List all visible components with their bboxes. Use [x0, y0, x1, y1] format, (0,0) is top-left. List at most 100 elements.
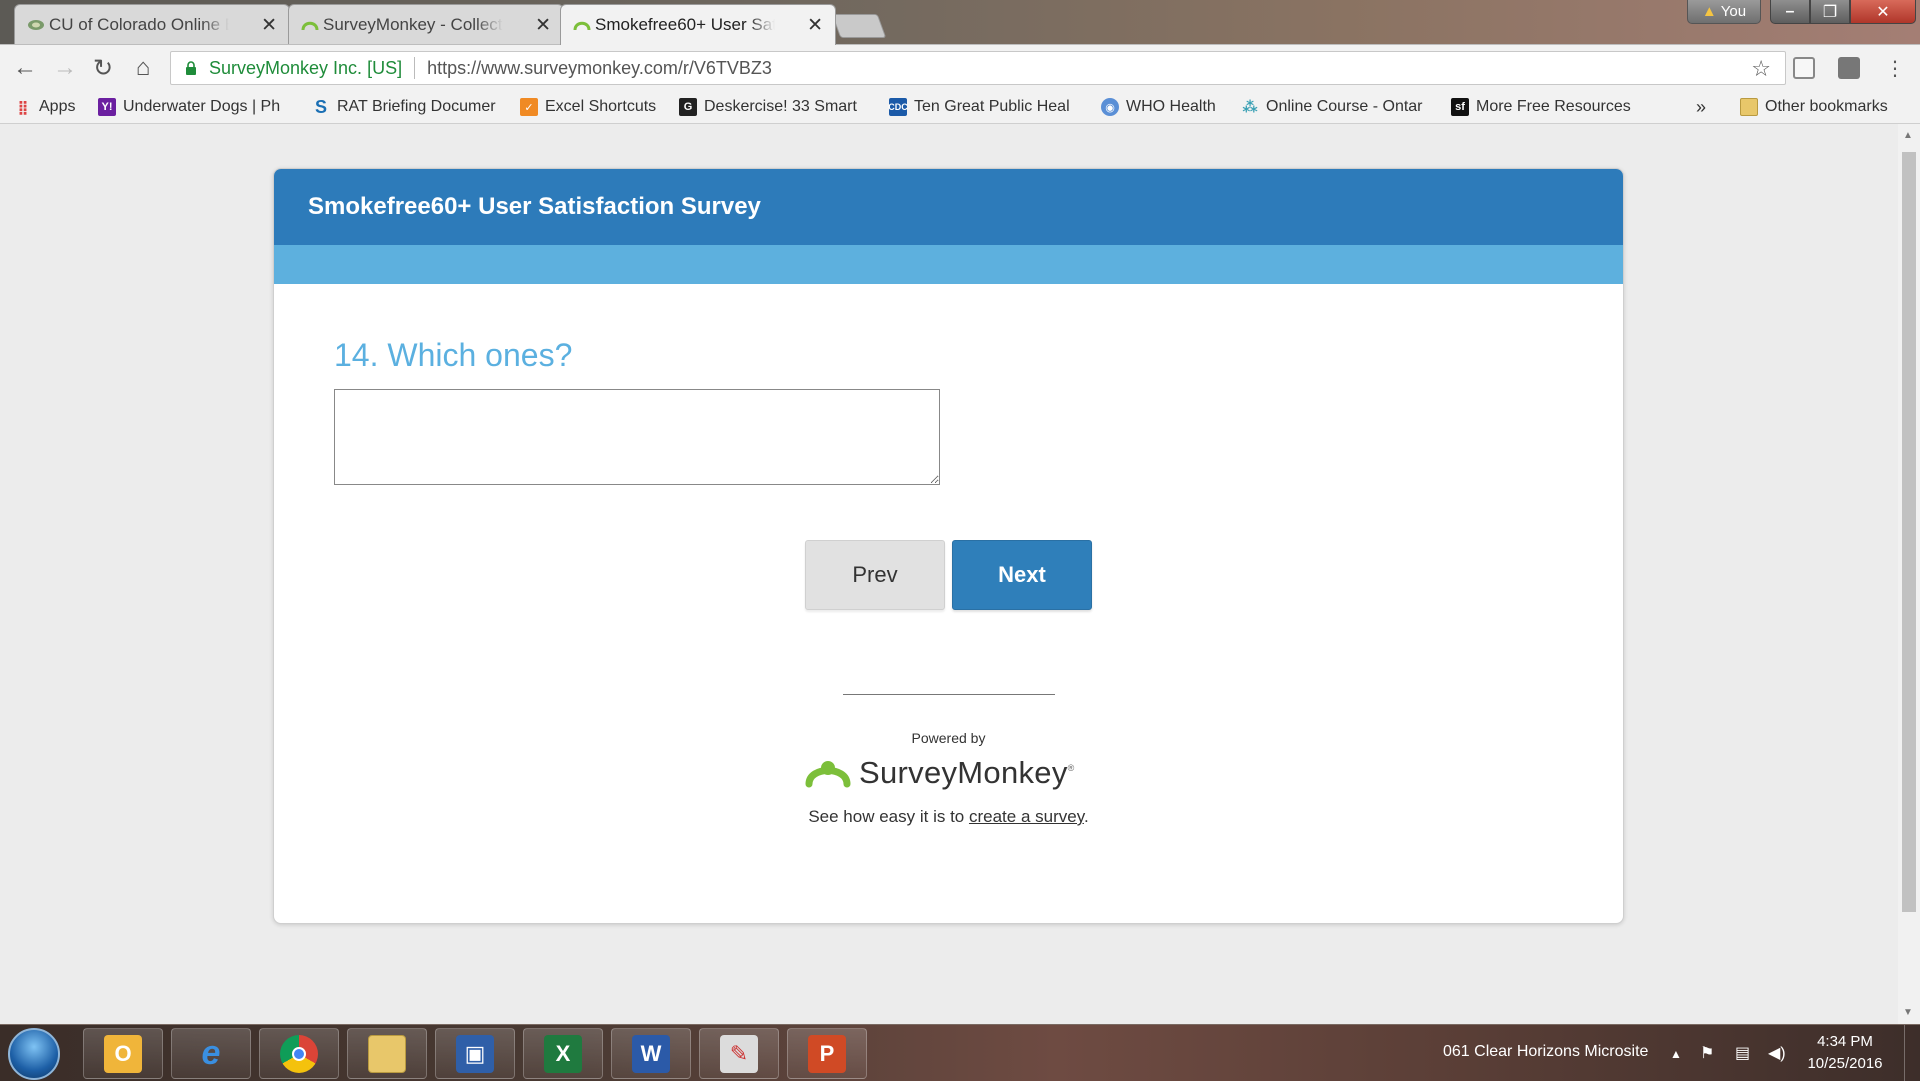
bookmark-more-free-resources[interactable]: sf More Free Resources [1451, 95, 1631, 119]
taskbar-outlook[interactable]: O [83, 1028, 163, 1079]
system-clock[interactable]: 4:34 PM 10/25/2016 [1800, 1031, 1890, 1075]
tab-close-icon[interactable]: ✕ [261, 14, 277, 37]
ev-certificate-label: SurveyMonkey Inc. [US] [209, 57, 403, 78]
restore-button[interactable]: ❐ [1810, 0, 1850, 24]
tab-close-icon[interactable]: ✕ [535, 14, 551, 37]
tab-cu-colorado[interactable]: CU of Colorado Online B ✕ [14, 4, 290, 44]
browser-title-bar: CU of Colorado Online B ✕ SurveyMonkey -… [0, 0, 1920, 45]
home-icon[interactable]: ⌂ [128, 53, 158, 83]
file-explorer-icon [368, 1034, 406, 1073]
address-bar[interactable]: SurveyMonkey Inc. [US] https://www.surve… [170, 51, 1786, 85]
cu-colorado-favicon-icon [28, 20, 44, 30]
bookmark-public-health[interactable]: CDC Ten Great Public Heal [888, 95, 1070, 119]
clock-time: 4:34 PM [1817, 1033, 1873, 1050]
folder-icon [1740, 98, 1758, 116]
excel-icon: X [544, 1034, 582, 1073]
scroll-up-arrow-icon[interactable]: ▲ [1903, 130, 1913, 141]
taskbar-word[interactable]: W [611, 1028, 691, 1079]
new-tab-button[interactable] [831, 14, 887, 38]
action-center-flag-icon[interactable]: ⚑ [1700, 1043, 1714, 1063]
overflow-label: » [1696, 96, 1707, 117]
close-window-button[interactable]: ✕ [1850, 0, 1916, 24]
tab-smokefree-survey[interactable]: Smokefree60+ User Satis ✕ [560, 4, 836, 45]
bookmark-label: Apps [39, 98, 76, 115]
bookmark-label: Other bookmarks [1765, 98, 1888, 115]
start-button-windows-icon[interactable] [8, 1028, 60, 1080]
forward-arrow-icon[interactable]: → [50, 53, 80, 83]
answer-textarea[interactable] [334, 389, 940, 485]
taskbar-paint[interactable]: ✎ [699, 1028, 779, 1079]
prev-button[interactable]: Prev [805, 540, 945, 610]
tagline-prefix: See how easy it is to [808, 807, 969, 826]
tagline: See how easy it is to create a survey. [274, 807, 1623, 827]
scribd-icon: S [314, 96, 327, 117]
brand-name: SurveyMonkey [859, 755, 1068, 790]
lock-icon [186, 61, 196, 75]
chrome-icon [280, 1034, 318, 1073]
warning-icon: ▲ [1701, 3, 1717, 20]
surveymonkey-favicon-icon [573, 21, 591, 31]
extension-square-icon[interactable] [1838, 57, 1860, 79]
footer-divider [843, 694, 1055, 695]
taskbar-excel[interactable]: X [523, 1028, 603, 1079]
bookmark-underwater-dogs[interactable]: Y! Underwater Dogs | Ph [98, 95, 280, 119]
bookmark-label: WHO Health [1126, 98, 1216, 115]
survey-header: Smokefree60+ User Satisfaction Survey [274, 169, 1623, 245]
network-icon[interactable]: ▤ [1735, 1043, 1750, 1063]
taskbar-chrome[interactable] [259, 1028, 339, 1079]
paint-icon: ✎ [720, 1034, 758, 1073]
word-icon: W [632, 1034, 670, 1073]
create-survey-link[interactable]: create a survey [969, 807, 1084, 826]
taskbar-file-explorer[interactable] [347, 1028, 427, 1079]
scroll-down-arrow-icon[interactable]: ▼ [1903, 1007, 1913, 1018]
bookmark-label: Online Course - Ontar [1266, 98, 1423, 115]
surveymonkey-logo-icon [805, 761, 851, 788]
bookmark-label: Deskercise! 33 Smart [704, 98, 857, 115]
bookmark-star-icon[interactable]: ☆ [1751, 56, 1771, 82]
reload-icon[interactable]: ↻ [88, 53, 118, 83]
bookmark-label: Excel Shortcuts [545, 98, 657, 115]
yahoo-icon: Y! [98, 98, 116, 116]
internet-explorer-icon: e [201, 1034, 221, 1072]
taskbar-remote-desktop[interactable]: ▣ [435, 1028, 515, 1079]
extension-page-icon[interactable] [1793, 57, 1815, 79]
bookmark-who-health[interactable]: ◉ WHO Health [1101, 95, 1216, 119]
back-arrow-icon[interactable]: ← [10, 53, 40, 83]
profile-label: You [1720, 3, 1747, 20]
tray-expand-icon[interactable]: ▲ [1670, 1047, 1682, 1061]
address-divider [414, 57, 416, 79]
tab-close-icon[interactable]: ✕ [807, 14, 823, 37]
share-nodes-icon: ⁂ [1242, 99, 1258, 116]
surveymonkey-logo[interactable]: SurveyMonkey ® [805, 753, 1074, 793]
menu-dots-icon[interactable]: ⋮ [1880, 53, 1910, 83]
bookmark-online-course[interactable]: ⁂ Online Course - Ontar [1241, 95, 1423, 119]
tab-title: SurveyMonkey - Collecto [323, 14, 503, 34]
who-globe-icon: ◉ [1101, 98, 1119, 116]
survey-card: Smokefree60+ User Satisfaction Survey 14… [273, 168, 1624, 924]
bookmark-label: Underwater Dogs | Ph [123, 98, 281, 115]
bookmark-deskercise[interactable]: G Deskercise! 33 Smart [679, 95, 857, 119]
show-desktop-button[interactable] [1904, 1025, 1920, 1081]
scrollbar-thumb[interactable] [1902, 152, 1916, 912]
tab-surveymonkey-collector[interactable]: SurveyMonkey - Collecto ✕ [288, 4, 564, 44]
bookmark-apps[interactable]: ⣿ Apps [14, 95, 76, 119]
other-bookmarks-folder[interactable]: Other bookmarks [1740, 95, 1888, 119]
taskbar-powerpoint[interactable]: P [787, 1028, 867, 1079]
excel-shortcuts-icon: ✓ [520, 98, 538, 116]
tray-toolbar-label[interactable]: 061 Clear Horizons Microsite [1443, 1043, 1648, 1061]
powered-by-label: Powered by [911, 730, 986, 746]
bookmark-excel-shortcuts[interactable]: ✓ Excel Shortcuts [520, 95, 656, 119]
next-button[interactable]: Next [952, 540, 1092, 610]
sf-icon: sf [1451, 98, 1469, 116]
windows-taskbar: O e ▣ X W ✎ P 061 Clear Horizons Microsi… [0, 1024, 1920, 1081]
taskbar-internet-explorer[interactable]: e [171, 1028, 251, 1079]
question-title: 14. Which ones? [334, 337, 573, 373]
volume-icon[interactable]: ◀) [1768, 1043, 1786, 1063]
minimize-button[interactable]: – [1770, 0, 1810, 24]
deskercise-icon: G [679, 98, 697, 116]
bookmarks-overflow-chevron-icon[interactable]: » [1696, 95, 1706, 119]
profile-button[interactable]: ▲ You [1687, 0, 1761, 24]
apps-grid-icon: ⣿ [17, 98, 29, 115]
bookmark-rat-briefing[interactable]: S RAT Briefing Documer [312, 95, 496, 119]
page-scrollbar[interactable]: ▲ ▼ [1898, 124, 1920, 1024]
